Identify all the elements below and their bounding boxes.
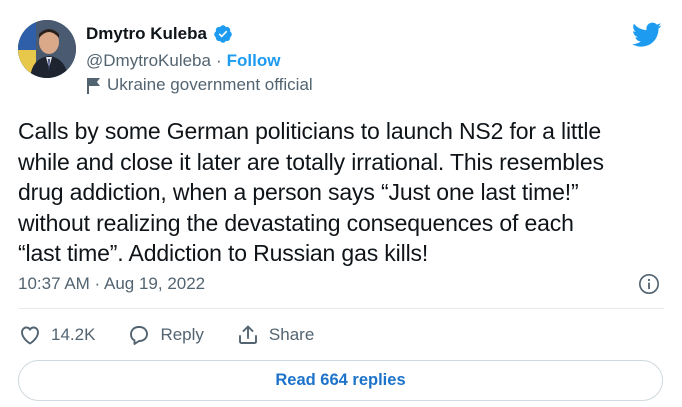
follow-button[interactable]: Follow bbox=[227, 51, 281, 71]
share-icon bbox=[238, 325, 257, 344]
author-handle[interactable]: @DmytroKuleba bbox=[86, 51, 211, 71]
reply-label: Reply bbox=[160, 325, 204, 344]
tweet-text: Calls by some German politicians to laun… bbox=[18, 118, 604, 266]
tweet-timestamp[interactable]: 10:37 AM · Aug 19, 2022 bbox=[18, 274, 205, 294]
avatar[interactable] bbox=[18, 20, 76, 78]
share-button[interactable]: Share bbox=[236, 323, 314, 347]
read-replies-button[interactable]: Read 664 replies bbox=[18, 360, 663, 401]
info-icon[interactable] bbox=[638, 273, 660, 295]
government-label-text[interactable]: Ukraine government official bbox=[107, 75, 313, 95]
avatar-image bbox=[18, 20, 76, 78]
action-bar: 14.2K Reply Share bbox=[18, 323, 314, 347]
reply-bubble-icon bbox=[130, 326, 149, 345]
government-label: Ukraine government official bbox=[86, 75, 313, 95]
heart-icon bbox=[21, 326, 39, 345]
author-name[interactable]: Dmytro Kuleba bbox=[86, 24, 207, 44]
divider bbox=[18, 308, 664, 309]
verified-badge-icon bbox=[213, 24, 233, 44]
separator-dot: · bbox=[215, 51, 222, 70]
twitter-bird-icon[interactable] bbox=[632, 22, 662, 48]
share-label: Share bbox=[268, 325, 315, 344]
like-button[interactable]: 14.2K bbox=[18, 323, 95, 347]
like-count: 14.2K bbox=[51, 325, 96, 344]
author-name-row: Dmytro Kuleba bbox=[86, 24, 233, 44]
flag-icon bbox=[86, 77, 101, 94]
author-handle-row: @DmytroKuleba · Follow bbox=[86, 51, 280, 71]
reply-button[interactable]: Reply bbox=[127, 323, 204, 347]
tweet-card: Dmytro Kuleba @DmytroKuleba · Follow Ukr… bbox=[0, 0, 682, 407]
